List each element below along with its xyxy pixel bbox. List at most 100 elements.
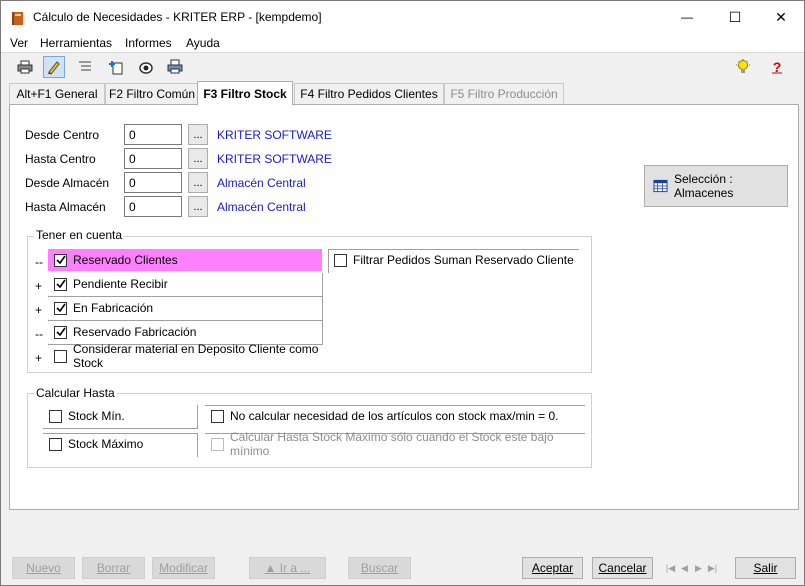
tab-filtro-comun[interactable]: F2 Filtro Común <box>105 83 199 104</box>
seleccion-almacenes-button[interactable]: Selección : Almacenes <box>644 165 788 207</box>
material-deposito-checkbox[interactable]: Considerar material en Deposito Cliente … <box>48 342 328 370</box>
menu-ayuda[interactable]: Ayuda <box>186 36 220 50</box>
desde-almacen-desc: Almacén Central <box>217 176 306 190</box>
nav-next-icon: ▶ <box>695 562 702 573</box>
help-button[interactable]: ? <box>766 56 788 78</box>
tab-filtro-stock[interactable]: F3 Filtro Stock <box>197 81 293 105</box>
buscar-button[interactable]: Buscar <box>348 557 411 579</box>
reservado-clientes-checkbox[interactable]: Reservado Clientes <box>48 249 322 271</box>
modificar-button[interactable]: Modificar <box>152 557 215 579</box>
list-tree-button[interactable] <box>74 56 96 78</box>
pendiente-recibir-checkbox[interactable]: Pendiente Recibir <box>48 273 322 295</box>
en-fabricacion-label: En Fabricación <box>73 301 154 315</box>
ir-a-button[interactable]: ▲ Ir a ... <box>249 557 326 579</box>
hasta-almacen-desc: Almacén Central <box>217 200 306 214</box>
reservado-fabricacion-checkbox[interactable]: Reservado Fabricación <box>48 321 322 343</box>
tab-filtro-pedidos-clientes[interactable]: F4 Filtro Pedidos Clientes <box>294 83 444 104</box>
calc-hasta-max-checkbox[interactable]: Calcular Hasta Stock Maximo sólo cuando … <box>205 430 584 458</box>
desde-almacen-lookup-button[interactable]: ... <box>188 172 208 193</box>
add-document-icon <box>109 61 123 75</box>
stock-max-checkbox[interactable]: Stock Máximo <box>43 433 197 455</box>
desde-centro-lookup-button[interactable]: ... <box>188 124 208 145</box>
tab-general-label: Alt+F1 General <box>16 87 98 101</box>
window-title: Cálculo de Necesidades - KRITER ERP - [k… <box>33 10 322 24</box>
checkbox-box <box>49 409 62 423</box>
minimize-button[interactable]: — <box>664 1 710 33</box>
app-book-icon <box>12 12 25 25</box>
print-preview-button[interactable] <box>164 56 186 78</box>
filtrar-pedidos-checkbox[interactable]: Filtrar Pedidos Suman Reservado Cliente <box>328 249 578 271</box>
checkbox-box <box>334 253 347 267</box>
menu-ver[interactable]: Ver <box>10 36 28 50</box>
hasta-centro-input[interactable] <box>124 148 182 169</box>
nav-prev-button[interactable]: ◀ <box>679 559 690 577</box>
stock-min-label: Stock Mín. <box>68 409 125 423</box>
aceptar-button[interactable]: Aceptar <box>522 557 583 579</box>
tab-filtro-produccion-label: F5 Filtro Producción <box>450 87 558 101</box>
prefix-reservado-clientes: -- <box>35 255 43 269</box>
hasta-centro-label: Hasta Centro <box>25 152 96 166</box>
check-icon <box>55 255 66 265</box>
prefix-material-deposito: + <box>35 351 43 365</box>
desde-almacen-label: Desde Almacén <box>25 176 110 190</box>
checkbox-box <box>211 409 224 423</box>
check-icon <box>55 327 66 337</box>
nav-next-button[interactable]: ▶ <box>693 559 704 577</box>
hasta-almacen-lookup-button[interactable]: ... <box>188 196 208 217</box>
checkbox-box <box>54 253 67 267</box>
printer-icon <box>17 60 33 74</box>
tab-filtro-comun-label: F2 Filtro Común <box>108 87 196 101</box>
tab-filtro-produccion[interactable]: F5 Filtro Producción <box>444 83 564 104</box>
tab-filtro-pedidos-clientes-label: F4 Filtro Pedidos Clientes <box>300 87 438 101</box>
view-button[interactable] <box>135 56 157 78</box>
desde-centro-label: Desde Centro <box>25 128 100 142</box>
tab-general[interactable]: Alt+F1 General <box>9 83 105 104</box>
hasta-centro-desc: KRITER SOFTWARE <box>217 152 332 166</box>
check-icon <box>55 303 66 313</box>
desde-almacen-input[interactable] <box>124 172 182 193</box>
desde-centro-input[interactable] <box>124 124 182 145</box>
menu-informes[interactable]: Informes <box>125 36 172 50</box>
stock-min-checkbox[interactable]: Stock Mín. <box>43 405 197 427</box>
tab-filtro-stock-label: F3 Filtro Stock <box>203 86 287 101</box>
checkbox-box <box>211 437 224 451</box>
calc-hasta-max-label: Calcular Hasta Stock Maximo sólo cuando … <box>230 430 554 458</box>
checkbox-box <box>54 277 67 291</box>
maximize-icon: ☐ <box>728 8 742 25</box>
edit-pencil-button[interactable] <box>43 56 65 78</box>
nav-last-button[interactable]: ▶| <box>707 559 718 577</box>
prefix-en-fabricacion: + <box>35 303 43 317</box>
checkbox-box <box>54 301 67 315</box>
stock-max-label: Stock Máximo <box>68 437 144 451</box>
close-icon: ✕ <box>775 8 787 25</box>
printer-preview-icon <box>167 59 183 74</box>
desde-centro-desc: KRITER SOFTWARE <box>217 128 332 142</box>
list-tree-icon <box>79 61 91 71</box>
eye-icon <box>139 62 153 74</box>
hasta-centro-lookup-button[interactable]: ... <box>188 148 208 169</box>
cancelar-button[interactable]: Cancelar <box>592 557 653 579</box>
close-button[interactable]: ✕ <box>758 1 804 33</box>
lightbulb-icon <box>736 59 750 73</box>
nuevo-button[interactable]: Nuevo <box>12 557 75 579</box>
print-button[interactable] <box>14 56 36 78</box>
salir-button[interactable]: Salir <box>735 557 796 579</box>
filtrar-pedidos-label: Filtrar Pedidos Suman Reservado Cliente <box>353 253 574 267</box>
nav-first-icon: |◀ <box>665 562 676 573</box>
tips-button[interactable] <box>732 56 754 78</box>
hasta-almacen-input[interactable] <box>124 196 182 217</box>
borrar-button[interactable]: Borrar <box>82 557 145 579</box>
checkbox-box <box>54 325 67 339</box>
toolbar: ? <box>1 54 804 80</box>
maximize-button[interactable]: ☐ <box>712 1 758 33</box>
en-fabricacion-checkbox[interactable]: En Fabricación <box>48 297 322 319</box>
menu-herramientas[interactable]: Herramientas <box>40 36 112 50</box>
tener-en-cuenta-title: Tener en cuenta <box>34 228 125 242</box>
no-calcular-checkbox[interactable]: No calcular necesidad de los artículos c… <box>205 405 584 427</box>
app-window: Cálculo de Necesidades - KRITER ERP - [k… <box>0 0 805 586</box>
title-bar[interactable]: Cálculo de Necesidades - KRITER ERP - [k… <box>1 1 804 33</box>
add-document-button[interactable] <box>105 56 127 78</box>
nav-last-icon: ▶| <box>707 562 718 573</box>
checkbox-box <box>49 437 62 451</box>
nav-first-button[interactable]: |◀ <box>665 559 676 577</box>
